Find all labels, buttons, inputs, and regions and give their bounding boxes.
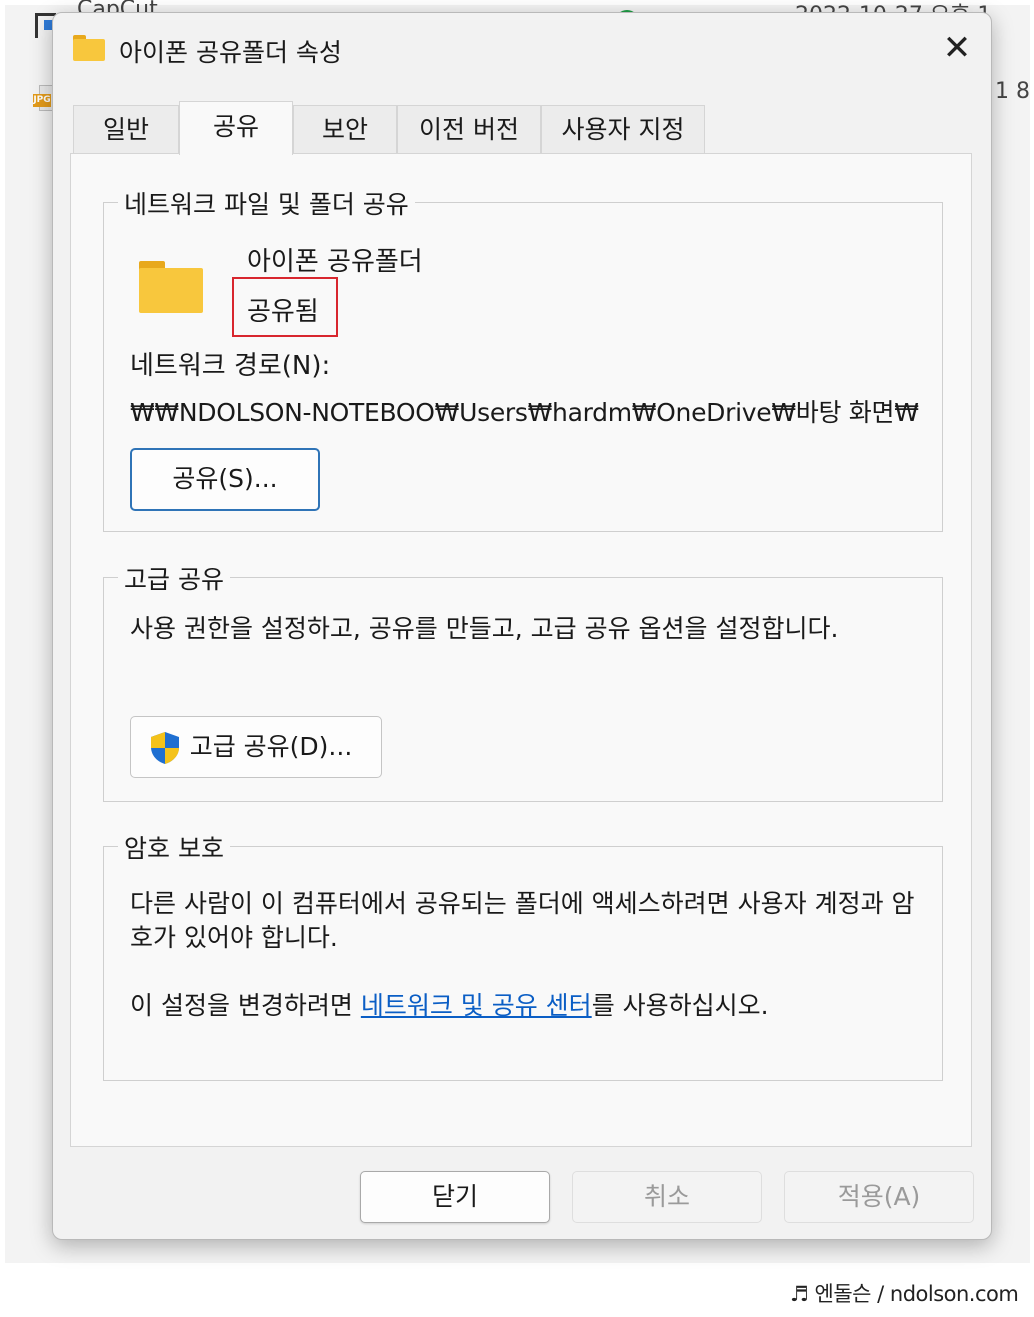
tab-customize[interactable]: 사용자 지정 xyxy=(541,105,705,153)
network-sharing-center-link[interactable]: 네트워크 및 공유 센터 xyxy=(361,991,592,1020)
dialog-title: 아이폰 공유폴더 속성 xyxy=(119,38,342,67)
uac-shield-icon xyxy=(151,732,179,764)
shared-folder-icon xyxy=(139,261,203,313)
password-description: 다른 사람이 이 컴퓨터에서 공유되는 폴더에 액세스하려면 사용자 계정과 암… xyxy=(130,889,915,952)
change-setting-text: 이 설정을 변경하려면 네트워크 및 공유 센터를 사용하십시오. xyxy=(130,989,930,1023)
close-dialog-button[interactable]: 닫기 xyxy=(360,1171,550,1223)
password-protection-group: 암호 보호 다른 사람이 이 컴퓨터에서 공유되는 폴더에 액세스하려면 사용자… xyxy=(103,829,943,1081)
properties-dialog: 아이폰 공유폴더 속성 ✕ 일반 공유 보안 이전 버전 사용자 지정 네트워크… xyxy=(52,12,992,1240)
advanced-share-group: 고급 공유 사용 권한을 설정하고, 공유를 만들고, 고급 공유 옵션을 설정… xyxy=(103,560,943,802)
advanced-share-description: 사용 권한을 설정하고, 공유를 만들고, 고급 공유 옵션을 설정합니다. xyxy=(130,614,839,643)
group-title: 암호 보호 xyxy=(118,829,230,865)
change-setting-suffix: 를 사용하십시오. xyxy=(591,991,769,1020)
apply-button[interactable]: 적용(A) xyxy=(784,1171,974,1223)
watermark-text: ♬ 엔돌슨 / ndolson.com xyxy=(790,1282,1019,1306)
network-share-group: 네트워크 파일 및 폴더 공유 아이폰 공유폴더 공유됨 네트워크 경로(N):… xyxy=(103,185,943,532)
share-button[interactable]: 공유(S)... xyxy=(130,448,320,511)
background-file-date-2: 1 8 xyxy=(995,79,1030,104)
tab-general[interactable]: 일반 xyxy=(73,105,179,153)
group-title: 네트워크 파일 및 폴더 공유 xyxy=(118,185,415,221)
advanced-share-button-label: 고급 공유(D)... xyxy=(189,732,353,761)
folder-name: 아이폰 공유폴더 xyxy=(247,247,423,277)
folder-icon xyxy=(73,35,105,61)
tab-sharing[interactable]: 공유 xyxy=(179,101,293,155)
title-bar: 아이폰 공유폴더 속성 ✕ xyxy=(53,13,991,85)
close-button[interactable]: ✕ xyxy=(931,23,983,75)
change-setting-prefix: 이 설정을 변경하려면 xyxy=(130,991,361,1020)
network-path-label: 네트워크 경로(N): xyxy=(130,351,331,381)
cancel-button[interactable]: 취소 xyxy=(572,1171,762,1223)
tab-security[interactable]: 보안 xyxy=(293,105,397,153)
group-title: 고급 공유 xyxy=(118,560,230,596)
network-path-value: ₩₩NDOLSON-NOTEBOO₩Users₩hardm₩OneDrive₩바… xyxy=(130,398,919,427)
advanced-share-button[interactable]: 고급 공유(D)... xyxy=(130,716,382,778)
sharing-tab-panel: 네트워크 파일 및 폴더 공유 아이폰 공유폴더 공유됨 네트워크 경로(N):… xyxy=(70,153,972,1147)
status-highlight-box xyxy=(232,277,338,337)
tab-previous-versions[interactable]: 이전 버전 xyxy=(397,105,541,153)
